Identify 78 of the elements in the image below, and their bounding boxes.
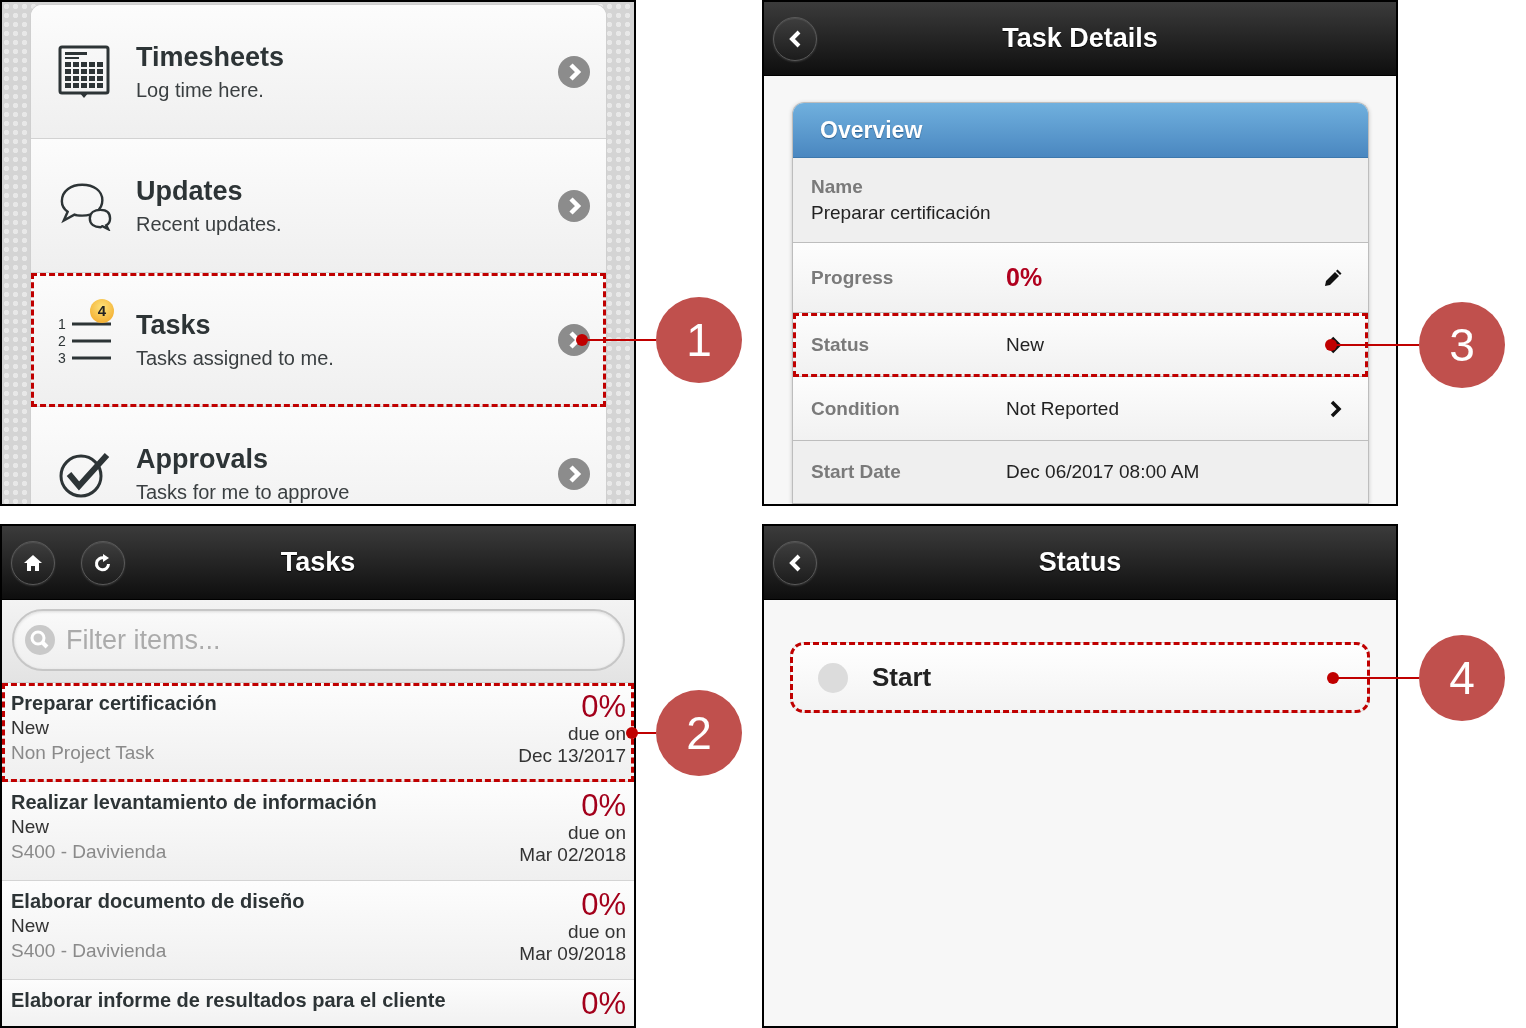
chevron-right-icon [558, 457, 590, 490]
task-progress: 0% [581, 790, 626, 822]
search-icon [25, 625, 55, 655]
back-button[interactable] [773, 540, 817, 585]
callout-marker: 3 [1419, 302, 1505, 388]
task-status: New [11, 914, 50, 938]
home-button[interactable] [11, 540, 55, 585]
field-label: Progress [811, 266, 895, 289]
menu-item[interactable]: 1 2 3 4 Tasks Tasks assigned to me. [31, 273, 606, 407]
field-row[interactable]: Progress 0% [793, 243, 1368, 313]
callout-marker: 1 [656, 297, 742, 383]
due-date: Dec 13/2017 [518, 745, 626, 767]
task-title: Preparar certificación [11, 691, 217, 715]
header-title: Task Details [1002, 23, 1158, 54]
callout-leader [626, 727, 657, 739]
refresh-button[interactable] [81, 540, 125, 585]
count-badge: 4 [90, 298, 114, 323]
item-description: Log time here. [136, 78, 265, 102]
due-label: due on [567, 921, 626, 943]
field-value: Dec 06/2017 08:00 AM [1006, 461, 1200, 483]
status-option[interactable]: Start [790, 642, 1370, 713]
item-title: Timesheets [136, 41, 286, 73]
field-label: Start Date [811, 461, 902, 483]
item-description: Tasks for me to approve [136, 480, 351, 504]
task-project: S400 - Davivienda [11, 840, 168, 864]
item-title: Updates [136, 175, 244, 207]
chevron-right-icon [558, 55, 590, 88]
chevron-right-icon [1330, 335, 1342, 354]
field-label: Status [811, 333, 871, 356]
menu-item[interactable]: Updates Recent updates. [31, 139, 606, 273]
due-label: due on [567, 822, 626, 844]
field-label: Name [811, 176, 863, 198]
task-progress: 0% [581, 691, 626, 723]
task-row[interactable]: Elaborar documento de diseño New S400 - Davivienda 0% due on Mar 09/2018 [2, 881, 634, 980]
item-title: Approvals [136, 443, 270, 475]
menu-item[interactable]: Timesheets Log time here. [31, 5, 606, 139]
due-label: due on [567, 723, 626, 745]
pencil-icon [1324, 268, 1342, 287]
refresh-icon [94, 553, 112, 572]
header-title: Tasks [280, 547, 356, 578]
section-header: Overview [793, 103, 1368, 158]
header-title: Status [1038, 547, 1122, 578]
due-date: Mar 02/2018 [519, 844, 626, 866]
task-project: S400 - Davivienda [11, 939, 168, 963]
field-value: Preparar certificación [811, 202, 991, 224]
task-progress: 0% [581, 889, 626, 921]
calendar-icon [58, 45, 110, 98]
due-date: Mar 09/2018 [519, 943, 626, 965]
callout-marker: 4 [1419, 635, 1505, 721]
home-icon [23, 553, 43, 572]
back-icon [788, 552, 802, 573]
back-button[interactable] [773, 16, 817, 61]
task-status: New [11, 815, 50, 839]
item-title: Tasks [136, 309, 212, 341]
task-title: Elaborar informe de resultados para el cliente [11, 988, 446, 1012]
task-row[interactable]: Elaborar informe de resultados para el cliente 0% [2, 980, 634, 1026]
callout-marker: 2 [656, 690, 742, 776]
search-field[interactable]: Filter items... [12, 609, 625, 671]
task-status: New [11, 716, 50, 740]
field-value: Not Reported [1006, 397, 1119, 420]
task-title: Realizar levantamiento de información [11, 790, 377, 814]
back-icon [788, 28, 802, 49]
task-progress: 0% [581, 988, 626, 1020]
radio-button[interactable] [818, 662, 848, 693]
field-row[interactable]: Status New [793, 313, 1368, 377]
task-row[interactable]: Preparar certificación New Non Project Task 0% due on Dec 13/2017 [2, 683, 634, 782]
task-row[interactable]: Realizar levantamiento de información New S400 - Davivienda 0% due on Mar 02/2018 [2, 782, 634, 881]
field-row[interactable]: Condition Not Reported [793, 377, 1368, 441]
chevron-right-icon [558, 189, 590, 222]
task-project: Non Project Task [11, 741, 156, 765]
item-description: Recent updates. [136, 212, 283, 236]
field-value: 0% [1006, 263, 1043, 292]
task-title: Elaborar documento de diseño [11, 889, 305, 913]
field-value: New [1006, 333, 1044, 356]
chevron-right-icon [1330, 399, 1342, 418]
field-label: Condition [811, 397, 901, 420]
item-description: Tasks assigned to me. [136, 346, 335, 370]
menu-item[interactable]: Approvals Tasks for me to approve [31, 407, 606, 504]
